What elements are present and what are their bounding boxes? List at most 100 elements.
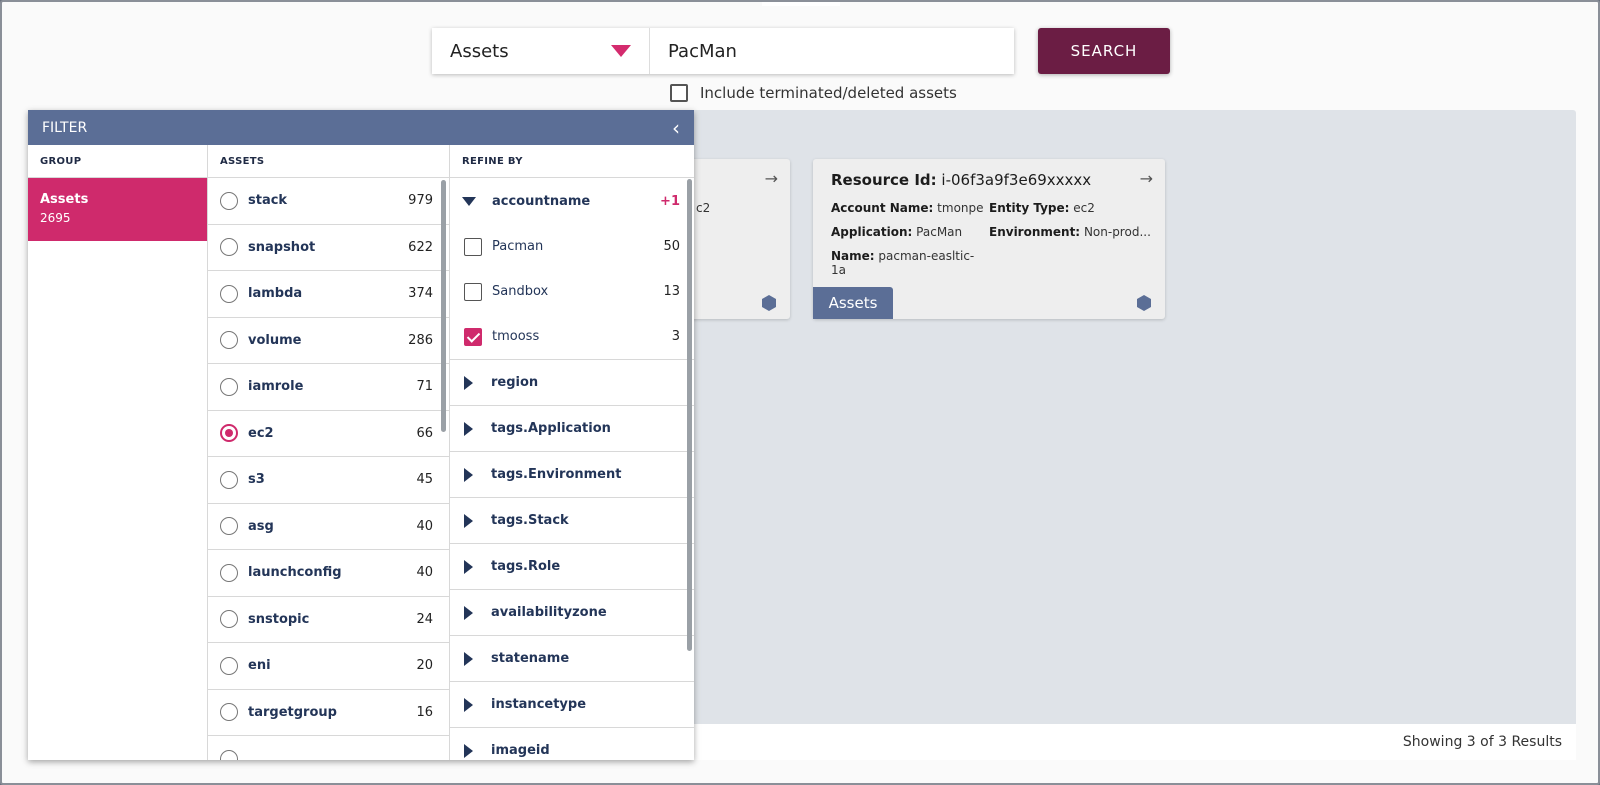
filter-panel: FILTER ‹ GROUP Assets 2695 ASSETS stack 9… [28,110,694,760]
result-card[interactable]: Resource Id: i-06f3a9f3e69xxxxx → Accoun… [813,159,1165,319]
radio-button[interactable] [220,191,238,210]
asset-item-targetgroup[interactable]: targetgroup 16 [208,690,449,736]
search-type-select[interactable]: Assets [432,28,650,74]
asset-item-volume[interactable]: volume 286 [208,318,449,364]
caret-down-icon [462,196,476,206]
asset-name: lambda [248,286,303,302]
refine-name: region [491,375,539,390]
refine-option-sandbox[interactable]: Sandbox 13 [450,269,694,314]
search-button[interactable]: SEARCH [1038,28,1170,74]
asset-item-snapshot[interactable]: snapshot 622 [208,225,449,271]
refine-name: availabilityzone [491,605,607,620]
asset-name: ec2 [248,425,274,441]
refine-name: instancetype [491,697,587,712]
option-name: Pacman [492,239,544,254]
asset-item-partial[interactable] [208,736,449,760]
asset-item-snstopic[interactable]: snstopic 24 [208,597,449,643]
hexagon-icon [762,295,776,311]
refine-item-region[interactable]: region [450,360,694,406]
asset-item-asg[interactable]: asg 40 [208,504,449,550]
assets-scrollbar[interactable] [441,180,446,432]
asset-count: 45 [416,472,433,488]
hexagon-icon [1137,295,1151,311]
asset-count: 374 [408,286,433,302]
asset-item-iamrole[interactable]: iamrole 71 [208,364,449,411]
refine-option-tmooss[interactable]: tmooss 3 [450,314,694,359]
checkbox-checked[interactable] [464,327,482,346]
asset-name: launchconfig [248,565,342,581]
radio-button[interactable] [220,703,238,722]
option-count: 13 [663,284,680,299]
checkbox[interactable] [464,237,482,256]
radio-button[interactable] [220,610,238,629]
asset-name: iamrole [248,379,304,395]
application-attr: Application: PacMan [831,225,989,239]
results-count: Showing 3 of 3 Results [1402,734,1562,750]
group-item-assets[interactable]: Assets 2695 [28,178,207,241]
radio-button[interactable] [220,656,238,675]
attr-value: ec2 [1073,201,1095,215]
refine-group-accountname: accountname +1 Pacman 50 Sandbox 13 tmooss… [450,178,694,360]
caret-right-icon [464,513,473,528]
arrow-right-icon[interactable]: → [765,169,778,188]
asset-count: 622 [408,239,433,255]
attr-key: Name: [831,249,875,263]
radio-button[interactable] [220,331,238,350]
caret-right-icon [464,605,473,620]
refine-item-instancetype[interactable]: instancetype [450,682,694,728]
card-title: Resource Id: i-06f3a9f3e69xxxxx [831,171,1091,189]
asset-item-stack[interactable]: stack 979 [208,178,449,225]
refine-item-tags-environment[interactable]: tags.Environment [450,452,694,498]
radio-button[interactable] [220,563,238,582]
radio-button[interactable] [220,377,238,396]
asset-count: 66 [416,425,433,441]
filter-title: FILTER [42,119,88,136]
refine-name: tags.Application [491,421,611,436]
refine-scrollbar[interactable] [687,179,692,651]
asset-item-eni[interactable]: eni 20 [208,643,449,690]
resource-id-label: Resource Id: [831,171,937,189]
refine-item-statename[interactable]: statename [450,636,694,682]
chevron-left-icon[interactable]: ‹ [672,118,680,138]
asset-item-ec2[interactable]: ec2 66 [208,411,449,457]
radio-button[interactable] [220,238,238,257]
asset-count: 40 [416,565,433,581]
checkbox[interactable] [464,282,482,301]
asset-count: 16 [416,704,433,720]
refine-item-tags-application[interactable]: tags.Application [450,406,694,452]
arrow-right-icon[interactable]: → [1140,169,1153,188]
asset-name: s3 [248,472,265,488]
attr-value: PacMan [916,225,963,239]
radio-button[interactable] [220,284,238,303]
group-name: Assets [40,192,89,207]
radio-button-selected[interactable] [220,424,238,443]
asset-count: 979 [408,193,433,209]
radio-button[interactable] [220,517,238,536]
refine-item-tags-role[interactable]: tags.Role [450,544,694,590]
card-tag: Assets [813,287,893,319]
radio-button[interactable] [220,470,238,489]
asset-item-launchconfig[interactable]: launchconfig 40 [208,550,449,597]
asset-item-lambda[interactable]: lambda 374 [208,271,449,318]
include-terminated-row[interactable]: Include terminated/deleted assets [670,84,957,102]
caret-right-icon [464,421,473,436]
top-notch [762,2,840,6]
include-terminated-label: Include terminated/deleted assets [700,84,957,102]
asset-item-s3[interactable]: s3 45 [208,457,449,504]
refine-item-availabilityzone[interactable]: availabilityzone [450,590,694,636]
asset-name: asg [248,518,274,534]
refine-item-accountname[interactable]: accountname +1 [450,178,694,224]
refine-item-imageid[interactable]: imageid [450,728,694,760]
asset-name: targetgroup [248,704,337,720]
option-count: 50 [663,239,680,254]
include-terminated-checkbox[interactable] [670,84,688,102]
assets-list: stack 979 snapshot 622 lambda 374 volume 286… [208,178,449,760]
asset-count: 286 [408,332,433,348]
option-count: 3 [671,329,680,344]
refine-option-pacman[interactable]: Pacman 50 [450,224,694,269]
search-input[interactable] [650,28,1014,74]
refine-item-tags-stack[interactable]: tags.Stack [450,498,694,544]
account-attr: Account Name: tmonpe [831,201,989,215]
results-footer: Showing 3 of 3 Results [692,724,1576,760]
radio-button[interactable] [220,749,238,760]
